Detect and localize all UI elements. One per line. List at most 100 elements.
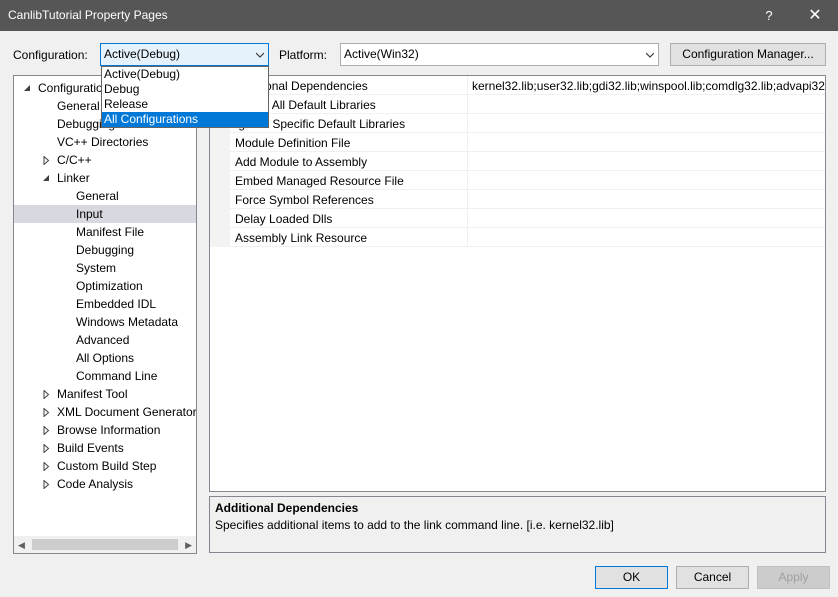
tree-item[interactable]: Optimization	[14, 277, 196, 295]
tree-item[interactable]: Browse Information	[14, 421, 196, 439]
column-separator	[467, 209, 468, 228]
tree-item[interactable]: Embedded IDL	[14, 295, 196, 313]
property-name: Force Symbol References	[235, 193, 374, 207]
column-separator	[467, 133, 468, 152]
description-title: Additional Dependencies	[215, 501, 359, 515]
property-row[interactable]: Ignore Specific Default Libraries	[210, 114, 825, 133]
tree-item-label: Build Events	[57, 441, 124, 455]
platform-value: Active(Win32)	[344, 47, 419, 61]
tree-item[interactable]: Code Analysis	[14, 475, 196, 493]
scroll-left-icon[interactable]: ◀	[18, 540, 25, 551]
tree-item[interactable]: General	[14, 187, 196, 205]
platform-combo[interactable]: Active(Win32)	[340, 43, 659, 66]
column-separator	[467, 228, 468, 247]
property-row[interactable]: Ignore All Default Libraries	[210, 95, 825, 114]
expanded-triangle-icon[interactable]	[42, 174, 51, 183]
tree-item[interactable]: Custom Build Step	[14, 457, 196, 475]
configuration-combo[interactable]: Active(Debug)	[100, 43, 269, 66]
dropdown-option[interactable]: Debug	[102, 82, 268, 97]
property-name: Assembly Link Resource	[235, 231, 368, 245]
tree-item[interactable]: Linker	[14, 169, 196, 187]
close-button[interactable]: ✕	[794, 0, 836, 31]
property-row[interactable]: Module Definition File	[210, 133, 825, 152]
tree-item[interactable]: Input	[14, 205, 196, 223]
ok-button[interactable]: OK	[595, 566, 668, 589]
column-separator	[467, 152, 468, 171]
tree-item-label: Advanced	[76, 333, 130, 347]
property-name: Module Definition File	[235, 136, 351, 150]
dropdown-option[interactable]: Release	[102, 97, 268, 112]
property-row[interactable]: Add Module to Assembly	[210, 152, 825, 171]
tree-item[interactable]: Manifest Tool	[14, 385, 196, 403]
tree-item[interactable]: VC++ Directories	[14, 133, 196, 151]
window-title: CanlibTutorial Property Pages	[8, 8, 168, 22]
cancel-button[interactable]: Cancel	[676, 566, 749, 589]
property-row[interactable]: Assembly Link Resource	[210, 228, 825, 247]
column-separator	[467, 171, 468, 190]
apply-button[interactable]: Apply	[757, 566, 830, 589]
property-value[interactable]: kernel32.lib;user32.lib;gdi32.lib;winspo…	[472, 79, 825, 93]
tree-item-label: Manifest Tool	[57, 387, 128, 401]
row-gutter	[210, 133, 230, 152]
tree-item-label: XML Document Generator	[57, 405, 197, 419]
tree-item-label: Embedded IDL	[76, 297, 157, 311]
tree-item-label: Windows Metadata	[76, 315, 179, 329]
collapsed-triangle-icon[interactable]	[42, 426, 51, 435]
column-separator	[467, 114, 468, 133]
row-gutter	[210, 228, 230, 247]
collapsed-triangle-icon[interactable]	[42, 462, 51, 471]
tree-item[interactable]: Windows Metadata	[14, 313, 196, 331]
tree-item[interactable]: C/C++	[14, 151, 196, 169]
tree-item[interactable]: Manifest File	[14, 223, 196, 241]
tree-item[interactable]: All Options	[14, 349, 196, 367]
dropdown-option[interactable]: Active(Debug)	[102, 67, 268, 82]
title-bar: CanlibTutorial Property Pages ? ✕	[0, 0, 838, 31]
row-gutter	[210, 152, 230, 171]
scrollbar-thumb[interactable]	[32, 539, 178, 550]
tree-item-label: General	[57, 99, 100, 113]
tree-item-label: Browse Information	[57, 423, 161, 437]
property-row[interactable]: Additional Dependencies kernel32.lib;user…	[210, 76, 825, 95]
collapsed-triangle-icon[interactable]	[42, 408, 51, 417]
property-row[interactable]: Force Symbol References	[210, 190, 825, 209]
platform-label: Platform:	[279, 48, 328, 62]
property-row[interactable]: Delay Loaded Dlls	[210, 209, 825, 228]
scroll-right-icon[interactable]: ▶	[185, 540, 192, 551]
property-name: Embed Managed Resource File	[235, 174, 404, 188]
tree-item-label: VC++ Directories	[57, 135, 149, 149]
property-grid[interactable]: Additional Dependencies kernel32.lib;user…	[209, 75, 826, 492]
dropdown-option[interactable]: All Configurations	[102, 112, 268, 127]
tree-item[interactable]: Command Line	[14, 367, 196, 385]
row-gutter	[210, 209, 230, 228]
collapsed-triangle-icon[interactable]	[42, 444, 51, 453]
tree-item-label: Optimization	[76, 279, 143, 293]
tree-item[interactable]: Build Events	[14, 439, 196, 457]
configuration-manager-button[interactable]: Configuration Manager...	[670, 43, 826, 66]
tree-item[interactable]: System	[14, 259, 196, 277]
chevron-down-icon	[256, 52, 264, 58]
tree-item-label: Linker	[57, 171, 90, 185]
column-separator	[467, 190, 468, 209]
configuration-dropdown-list[interactable]: Active(Debug) Debug Release All Configurati…	[101, 66, 269, 128]
tree-item-label: Manifest File	[76, 225, 145, 239]
expanded-triangle-icon[interactable]	[23, 84, 32, 93]
tree-item-label: Input	[76, 207, 103, 221]
property-row[interactable]: Embed Managed Resource File	[210, 171, 825, 190]
tree-item[interactable]: Advanced	[14, 331, 196, 349]
tree-item[interactable]: XML Document Generator	[14, 403, 196, 421]
configuration-label: Configuration:	[13, 48, 88, 62]
property-tree[interactable]: Configuration PropertiesGeneralDebugging…	[13, 75, 197, 554]
column-separator	[467, 95, 468, 114]
tree-horizontal-scrollbar[interactable]: ◀ ▶	[14, 536, 196, 553]
tree-item-label: System	[76, 261, 117, 275]
collapsed-triangle-icon[interactable]	[42, 480, 51, 489]
collapsed-triangle-icon[interactable]	[42, 156, 51, 165]
tree-item[interactable]: Debugging	[14, 241, 196, 259]
help-button[interactable]: ?	[748, 0, 790, 31]
chevron-down-icon	[646, 52, 654, 58]
tree-item-label: Code Analysis	[57, 477, 134, 491]
tree-item-label: C/C++	[57, 153, 92, 167]
collapsed-triangle-icon[interactable]	[42, 390, 51, 399]
row-gutter	[210, 171, 230, 190]
configuration-value: Active(Debug)	[104, 47, 181, 61]
